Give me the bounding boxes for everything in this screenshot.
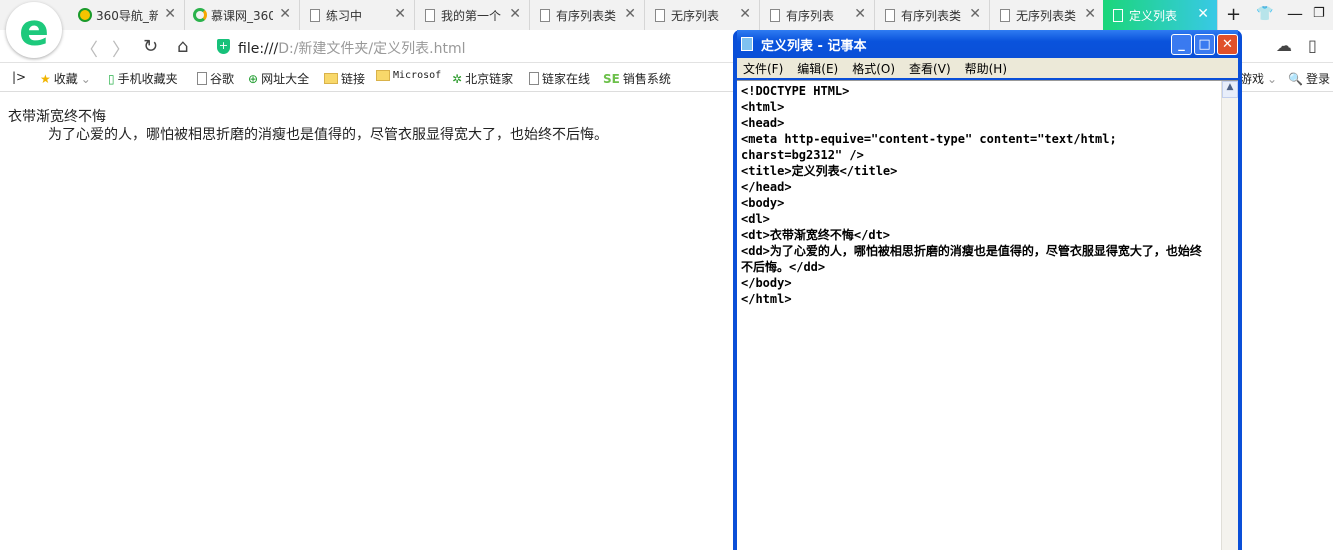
page-icon bbox=[529, 72, 539, 85]
sidebar-toggle-icon[interactable]: |> bbox=[12, 70, 26, 84]
close-button[interactable]: ✕ bbox=[1217, 34, 1238, 55]
menu-edit[interactable]: 编辑(E) bbox=[797, 60, 838, 77]
tab[interactable]: 无序列表 ✕ bbox=[645, 0, 760, 30]
bookmark[interactable]: SE 销售系统 bbox=[603, 70, 671, 87]
close-icon[interactable]: ✕ bbox=[1084, 6, 1096, 22]
tab-bar: 360导航_新 ✕ 慕课网_360 ✕ 练习中 ✕ 我的第一个 ✕ 有序列表类 ✕ 无序列… bbox=[0, 0, 1333, 30]
forward-icon[interactable]: 〉 bbox=[112, 36, 130, 62]
close-icon[interactable]: ✕ bbox=[854, 6, 866, 22]
close-icon[interactable]: ✕ bbox=[509, 6, 521, 22]
phone-icon: ▯ bbox=[108, 71, 115, 86]
notepad-icon bbox=[741, 37, 753, 51]
restore-icon[interactable]: ❐ bbox=[1313, 6, 1325, 21]
menu-help[interactable]: 帮助(H) bbox=[965, 60, 1007, 77]
gear-icon: ✲ bbox=[452, 71, 463, 86]
notepad-titlebar[interactable]: 定义列表 - 记事本 bbox=[737, 30, 1238, 58]
bookmark-favorites[interactable]: ★ 收藏 ⌄ bbox=[40, 70, 91, 87]
bookmark[interactable]: 链接 bbox=[324, 70, 365, 87]
tab[interactable]: 360导航_新 ✕ bbox=[70, 0, 185, 30]
skin-icon[interactable]: 👕 bbox=[1256, 6, 1273, 22]
tab[interactable]: 无序列表类 ✕ bbox=[990, 0, 1105, 30]
home-icon[interactable]: ⌂ bbox=[177, 36, 188, 57]
search-icon: 🔍 bbox=[1288, 71, 1303, 86]
tab-active[interactable]: 定义列表 ✕ bbox=[1103, 0, 1218, 30]
notepad-text[interactable]: <!DOCTYPE HTML> <html> <head> <meta http… bbox=[737, 81, 1217, 309]
shield-icon: + bbox=[217, 39, 230, 54]
menu-file[interactable]: 文件(F) bbox=[743, 60, 783, 77]
se-icon: SE bbox=[603, 71, 620, 86]
definition-description: 为了心爱的人，哪怕被相思折磨的消瘦也是值得的，尽管衣服显得宽大了，也始终不后悔。 bbox=[48, 127, 608, 143]
maximize-button[interactable]: □ bbox=[1194, 34, 1215, 55]
phone-icon[interactable]: ▯ bbox=[1308, 36, 1317, 55]
vertical-scrollbar[interactable]: ▲ bbox=[1221, 81, 1238, 550]
page-content: 衣带渐宽终不悔 为了心爱的人，哪怕被相思折磨的消瘦也是值得的，尽管衣服显得宽大了… bbox=[8, 108, 608, 144]
page-icon bbox=[770, 8, 780, 22]
star-icon: ★ bbox=[40, 71, 51, 86]
page-icon bbox=[1000, 8, 1010, 22]
page-icon bbox=[885, 8, 895, 22]
360-icon bbox=[78, 8, 92, 22]
close-icon[interactable]: ✕ bbox=[279, 6, 291, 22]
bookmark[interactable]: ▯ 手机收藏夹 bbox=[108, 70, 178, 87]
browser-logo[interactable]: e bbox=[6, 2, 62, 58]
minimize-icon[interactable]: — bbox=[1287, 4, 1303, 23]
360-icon: ⊕ bbox=[248, 71, 259, 86]
tab[interactable]: 有序列表类 ✕ bbox=[530, 0, 645, 30]
scroll-up-icon[interactable]: ▲ bbox=[1222, 81, 1238, 98]
back-icon[interactable]: 〈 bbox=[80, 36, 98, 62]
login-button[interactable]: 🔍 登录 bbox=[1288, 70, 1330, 87]
bookmark[interactable]: 链家在线 bbox=[529, 70, 590, 87]
page-icon bbox=[540, 8, 550, 22]
bookmark[interactable]: ✲ 北京链家 bbox=[452, 70, 513, 87]
folder-icon bbox=[376, 70, 390, 81]
minimize-button[interactable]: _ bbox=[1171, 34, 1192, 55]
page-icon bbox=[425, 8, 435, 22]
imooc-icon bbox=[193, 8, 207, 22]
tab[interactable]: 慕课网_360 ✕ bbox=[185, 0, 300, 30]
close-icon[interactable]: ✕ bbox=[164, 6, 176, 22]
url-input[interactable]: file:///D:/新建文件夹/定义列表.html bbox=[238, 38, 465, 58]
reload-icon[interactable]: ↻ bbox=[143, 36, 158, 57]
cloud-icon[interactable]: ☁ bbox=[1276, 36, 1292, 55]
close-icon[interactable]: ✕ bbox=[739, 6, 751, 22]
close-icon[interactable]: ✕ bbox=[624, 6, 636, 22]
page-icon bbox=[655, 8, 665, 22]
menu-view[interactable]: 查看(V) bbox=[909, 60, 951, 77]
page-icon bbox=[197, 72, 207, 85]
tab[interactable]: 练习中 ✕ bbox=[300, 0, 415, 30]
folder-icon bbox=[324, 73, 338, 84]
close-icon[interactable]: ✕ bbox=[1197, 6, 1209, 22]
notepad-window: 定义列表 - 记事本 _ □ ✕ 文件(F) 编辑(E) 格式(O) 查看(V)… bbox=[733, 30, 1242, 550]
bookmark[interactable]: Microsof bbox=[376, 70, 441, 81]
page-icon bbox=[1113, 8, 1123, 22]
bookmark[interactable]: ⊕ 网址大全 bbox=[248, 70, 309, 87]
notepad-editor[interactable]: <!DOCTYPE HTML> <html> <head> <meta http… bbox=[737, 80, 1238, 550]
close-icon[interactable]: ✕ bbox=[394, 6, 406, 22]
bookmark[interactable]: 谷歌 bbox=[197, 70, 234, 87]
new-tab-icon[interactable]: + bbox=[1226, 4, 1241, 25]
notepad-menubar: 文件(F) 编辑(E) 格式(O) 查看(V) 帮助(H) bbox=[737, 58, 1238, 78]
menu-format[interactable]: 格式(O) bbox=[852, 60, 895, 77]
bookmark-games[interactable]: 游戏 ⌄ bbox=[1240, 70, 1277, 87]
page-icon bbox=[310, 8, 320, 22]
definition-term: 衣带渐宽终不悔 bbox=[8, 109, 106, 125]
tab[interactable]: 有序列表类 ✕ bbox=[875, 0, 990, 30]
close-icon[interactable]: ✕ bbox=[969, 6, 981, 22]
tab[interactable]: 有序列表 ✕ bbox=[760, 0, 875, 30]
tab[interactable]: 我的第一个 ✕ bbox=[415, 0, 530, 30]
